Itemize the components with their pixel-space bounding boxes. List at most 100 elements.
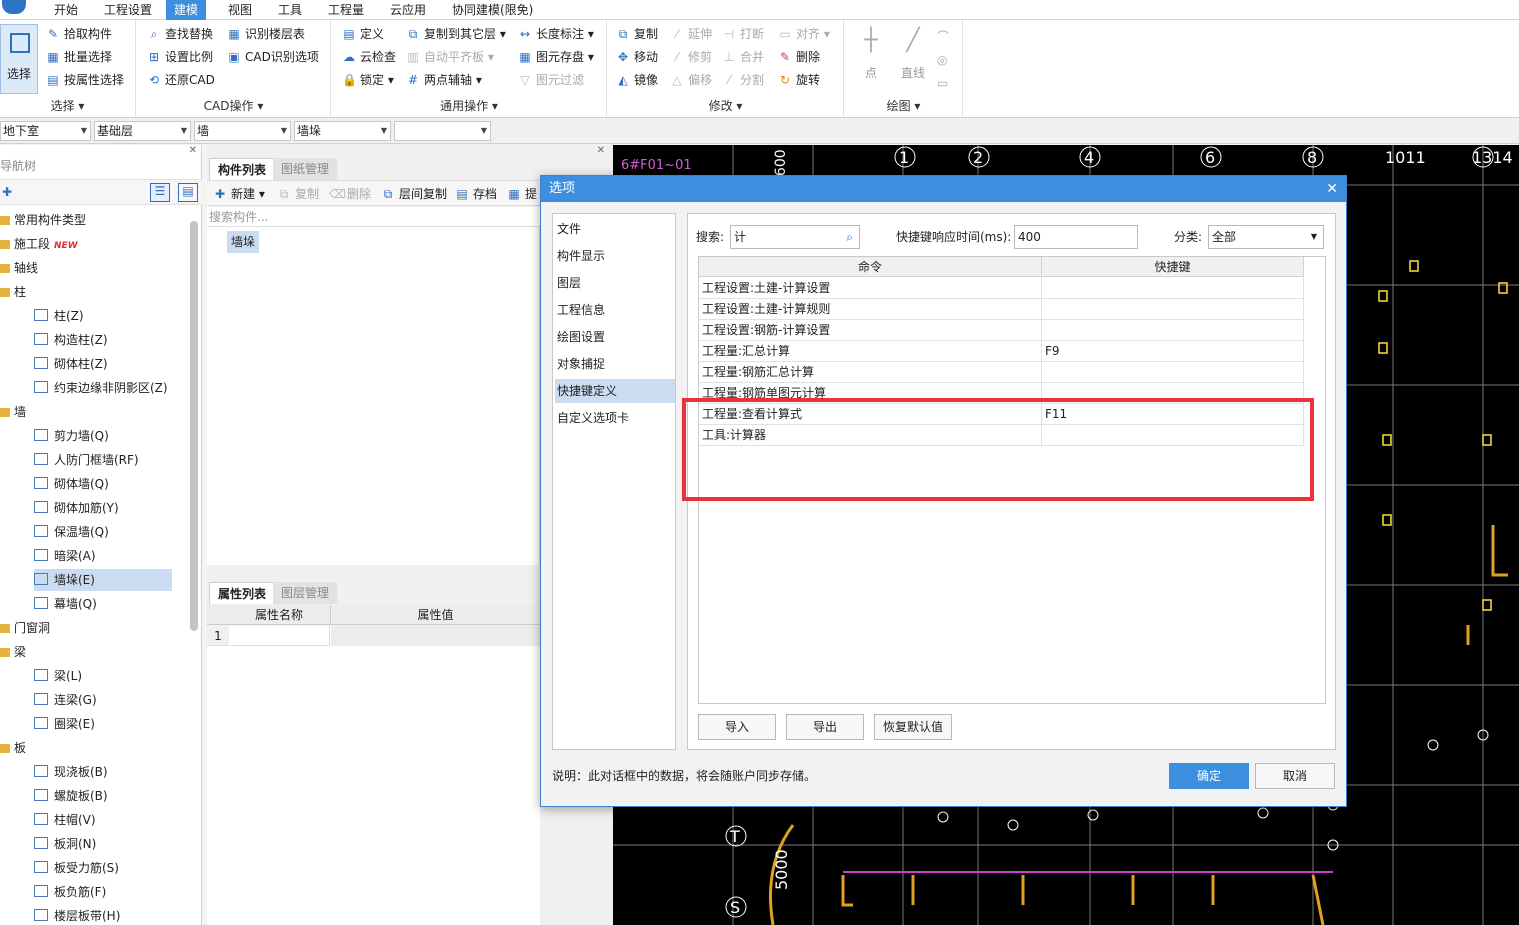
floor-combo[interactable]: 地下室 ▼ <box>0 121 91 141</box>
arc-tools-icon[interactable]: ⌒ ◎ ▭ <box>937 26 949 95</box>
tab-layer-management[interactable]: 图层管理 <box>273 582 338 604</box>
tree-item[interactable]: 连梁(G) <box>34 689 97 711</box>
extract-button[interactable]: ▦ 提 <box>507 184 537 204</box>
cad-group-label[interactable]: CAD操作 ▾ <box>137 97 330 114</box>
menu-quantity[interactable]: 工程量 <box>320 0 372 20</box>
property-value-cell[interactable] <box>331 626 540 646</box>
command-cell[interactable]: 工程设置:土建-计算设置 <box>699 278 1042 299</box>
menu-tools[interactable]: 工具 <box>270 0 310 20</box>
archive-button[interactable]: ▤ 存档 <box>455 184 497 204</box>
shortcut-cell[interactable] <box>1042 278 1304 299</box>
category-item[interactable]: 自定义选项卡 <box>555 406 675 430</box>
select-by-property-button[interactable]: ▤ 按属性选择 <box>46 70 124 90</box>
new-button[interactable]: ✚ 新建 ▾ <box>213 184 265 204</box>
response-time-input[interactable]: 400 <box>1014 225 1138 249</box>
tree-category[interactable]: 施工段 NEW <box>0 233 78 255</box>
move-button[interactable]: ✥ 移动 <box>616 47 658 67</box>
lock-button[interactable]: 🔒 锁定 ▾ <box>342 70 394 90</box>
auto-align-slab-button[interactable]: ▥ 自动平齐板 ▾ <box>406 47 494 67</box>
cloud-check-button[interactable]: ☁ 云检查 <box>342 47 396 67</box>
tree-item[interactable]: 板受力筋(S) <box>34 857 119 879</box>
shortcut-cell[interactable] <box>1042 362 1304 383</box>
offset-button[interactable]: △ 偏移 <box>670 70 712 90</box>
component-item[interactable]: 墙垛 <box>227 231 260 253</box>
type-combo[interactable]: 墙 ▼ <box>194 121 291 141</box>
point-button[interactable]: ┼ 点 <box>851 26 891 86</box>
mirror-button[interactable]: ◭ 镜像 <box>616 70 658 90</box>
copy-button[interactable]: ⧉ 复制 <box>616 24 658 44</box>
category-item[interactable]: 工程信息 <box>555 298 675 322</box>
tree-category[interactable]: 梁 <box>0 641 26 663</box>
restore-defaults-button[interactable]: 恢复默认值 <box>874 714 952 740</box>
category-item[interactable]: 构件显示 <box>555 244 675 268</box>
tree-item[interactable]: 幕墙(Q) <box>34 593 97 615</box>
close-icon[interactable]: ✕ <box>597 145 605 156</box>
delete-component-button[interactable]: ⌫ 删除 <box>329 184 371 204</box>
trim-button[interactable]: ⁄ 修剪 <box>670 47 712 67</box>
tree-item[interactable]: 梁(L) <box>34 665 82 687</box>
property-name-cell[interactable] <box>230 626 330 646</box>
floor-copy-button[interactable]: ⧉ 层间复制 <box>381 184 447 204</box>
command-cell[interactable]: 工程量:钢筋汇总计算 <box>699 362 1042 383</box>
category-item[interactable]: 快捷键定义 <box>555 379 675 403</box>
list-view-icon[interactable]: ☰ <box>150 183 170 202</box>
category-item[interactable]: 对象捕捉 <box>555 352 675 376</box>
tree-item[interactable]: 板负筋(F) <box>34 881 106 903</box>
modify-group-label[interactable]: 修改 ▾ <box>608 97 843 114</box>
tree-item[interactable]: 剪力墙(Q) <box>34 425 109 447</box>
tree-item[interactable]: 人防门框墙(RF) <box>34 449 139 471</box>
restore-cad-button[interactable]: ⟲ 还原CAD <box>147 70 215 90</box>
close-icon[interactable]: ✕ <box>1326 176 1338 202</box>
tree-category[interactable]: 墙 <box>0 401 26 423</box>
command-cell[interactable]: 工程量:汇总计算 <box>699 341 1042 362</box>
tree-category[interactable]: 板 <box>0 737 26 759</box>
category-select[interactable]: 全部 ▼ <box>1208 225 1324 249</box>
pick-component-button[interactable]: ✎ 拾取构件 <box>46 24 112 44</box>
pin-icon[interactable]: ✚ <box>2 185 12 199</box>
tree-item[interactable]: 砌体加筋(Y) <box>34 497 119 519</box>
tree-category[interactable]: 柱 <box>0 281 26 303</box>
copy-to-floor-button[interactable]: ⧉ 复制到其它层 ▾ <box>406 24 506 44</box>
tree-item[interactable]: 砌体柱(Z) <box>34 353 108 375</box>
element-filter-button[interactable]: ▽ 图元过滤 <box>518 70 584 90</box>
tree-category[interactable]: 常用构件类型 <box>0 209 86 231</box>
merge-button[interactable]: ⊥ 合并 <box>722 47 764 67</box>
detail-view-icon[interactable]: ▤ <box>178 183 198 202</box>
tab-property-list[interactable]: 属性列表 <box>209 582 276 604</box>
tree-item[interactable]: 约束边缘非阴影区(Z) <box>34 377 168 399</box>
menu-view[interactable]: 视图 <box>220 0 260 20</box>
tree-item[interactable]: 柱(Z) <box>34 305 84 327</box>
subtype-combo[interactable]: 墙垛 ▼ <box>294 121 391 141</box>
shortcut-cell[interactable] <box>1042 320 1304 341</box>
tree-item[interactable]: 螺旋板(B) <box>34 785 108 807</box>
export-button[interactable]: 导出 <box>786 714 864 740</box>
find-replace-button[interactable]: ⌕ 查找替换 <box>147 24 213 44</box>
menu-modeling[interactable]: 建模 <box>166 0 207 20</box>
tree-item[interactable]: 板洞(N) <box>34 833 96 855</box>
import-button[interactable]: 导入 <box>698 714 776 740</box>
length-dim-button[interactable]: ↔ 长度标注 ▾ <box>518 24 594 44</box>
app-logo-icon[interactable] <box>2 0 26 14</box>
shortcut-cell[interactable]: F9 <box>1042 341 1304 362</box>
layer-combo[interactable]: 基础层 ▼ <box>94 121 191 141</box>
break-button[interactable]: ⊣ 打断 <box>722 24 764 44</box>
tab-component-list[interactable]: 构件列表 <box>209 158 276 180</box>
delete-button[interactable]: ✎ 删除 <box>778 47 820 67</box>
category-item[interactable]: 文件 <box>555 217 675 241</box>
cancel-button[interactable]: 取消 <box>1255 763 1335 789</box>
tree-item[interactable]: 暗梁(A) <box>34 545 96 567</box>
ok-button[interactable]: 确定 <box>1169 763 1249 789</box>
tree-item[interactable]: 墙垛(E) <box>34 569 172 591</box>
rotate-button[interactable]: ↻ 旋转 <box>778 70 820 90</box>
tree-category[interactable]: 门窗洞 <box>0 617 50 639</box>
tree-item[interactable]: 楼层板带(H) <box>34 905 120 925</box>
two-point-axis-button[interactable]: # 两点辅轴 ▾ <box>406 70 482 90</box>
select-group-label[interactable]: 选择 ▾ <box>0 97 135 114</box>
save-element-button[interactable]: ▦ 图元存盘 ▾ <box>518 47 594 67</box>
align-button[interactable]: ▭ 对齐 ▾ <box>778 24 830 44</box>
menu-cloud[interactable]: 云应用 <box>382 0 434 20</box>
nav-scrollbar[interactable] <box>190 221 198 631</box>
extra-combo[interactable]: ▼ <box>394 121 491 141</box>
search-input[interactable]: 计 ⌕ <box>730 225 860 249</box>
command-cell[interactable]: 工程设置:土建-计算规则 <box>699 299 1042 320</box>
